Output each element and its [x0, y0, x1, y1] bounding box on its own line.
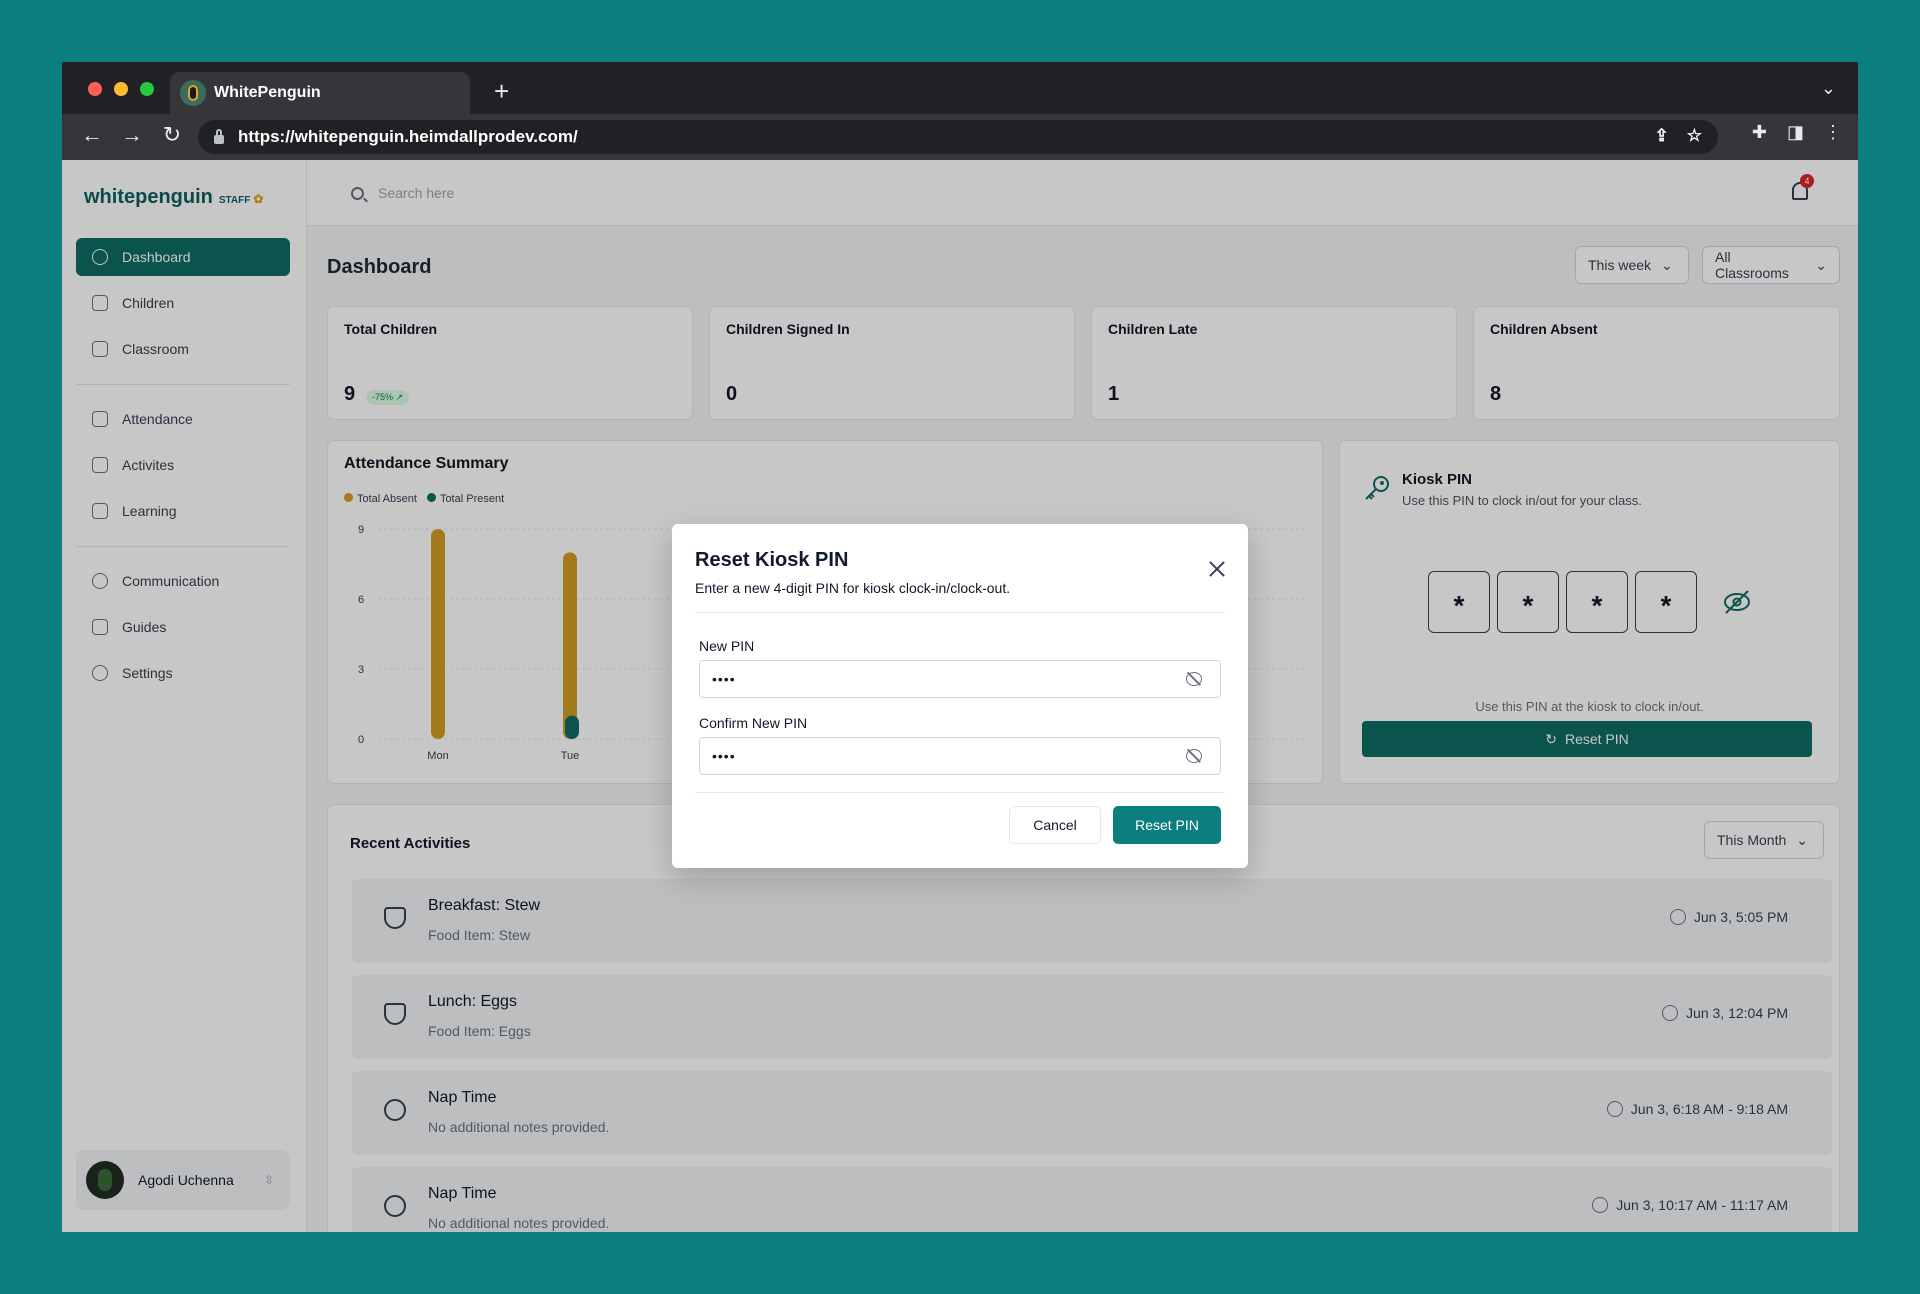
reset-pin-submit-button[interactable]: Reset PIN — [1113, 806, 1221, 844]
new-pin-value: •••• — [712, 671, 736, 687]
lock-icon — [214, 128, 224, 144]
bookmark-star-icon[interactable]: ☆ — [1687, 126, 1702, 146]
browser-window: WhitePenguin + ⌄ ← → ↻ https://whitepeng… — [62, 62, 1858, 1232]
url-text: https://whitepenguin.heimdallprodev.com/ — [238, 127, 578, 146]
minimize-window-button[interactable] — [114, 82, 128, 96]
menu-kebab-icon[interactable]: ⋮ — [1824, 122, 1842, 143]
confirm-pin-field[interactable]: •••• — [699, 737, 1221, 775]
confirm-pin-value: •••• — [712, 748, 736, 764]
forward-arrow-icon[interactable]: → — [112, 122, 152, 148]
eye-off-icon[interactable] — [1186, 749, 1202, 763]
new-tab-button[interactable]: + — [494, 76, 509, 107]
address-bar: ← → ↻ https://whitepenguin.heimdallprode… — [62, 114, 1858, 160]
tab-title: WhitePenguin — [214, 84, 321, 101]
browser-tab[interactable]: WhitePenguin — [170, 72, 470, 114]
cancel-button[interactable]: Cancel — [1009, 806, 1101, 844]
tab-bar: WhitePenguin + ⌄ — [62, 62, 1858, 114]
confirm-pin-label: Confirm New PIN — [699, 715, 808, 731]
new-pin-label: New PIN — [699, 638, 755, 654]
url-field[interactable]: https://whitepenguin.heimdallprodev.com/… — [198, 120, 1718, 154]
dialog-title: Reset Kiosk PIN — [695, 549, 849, 571]
tab-search-chevron-icon[interactable]: ⌄ — [1821, 78, 1836, 99]
back-arrow-icon[interactable]: ← — [72, 122, 112, 148]
penguin-favicon-icon — [180, 80, 206, 106]
eye-off-icon[interactable] — [1186, 672, 1202, 686]
close-window-button[interactable] — [88, 82, 102, 96]
divider — [695, 792, 1225, 793]
reload-icon[interactable]: ↻ — [152, 122, 192, 148]
dialog-subtitle: Enter a new 4-digit PIN for kiosk clock-… — [695, 580, 1011, 596]
share-icon[interactable]: ⇪ — [1655, 126, 1669, 146]
close-icon[interactable] — [1208, 560, 1226, 578]
divider — [695, 612, 1225, 613]
new-pin-field[interactable]: •••• — [699, 660, 1221, 698]
extensions-icon[interactable]: ✚ — [1752, 122, 1767, 143]
reset-pin-dialog: Reset Kiosk PIN Enter a new 4-digit PIN … — [672, 524, 1248, 868]
side-panel-icon[interactable]: ◨ — [1787, 122, 1804, 143]
maximize-window-button[interactable] — [140, 82, 154, 96]
